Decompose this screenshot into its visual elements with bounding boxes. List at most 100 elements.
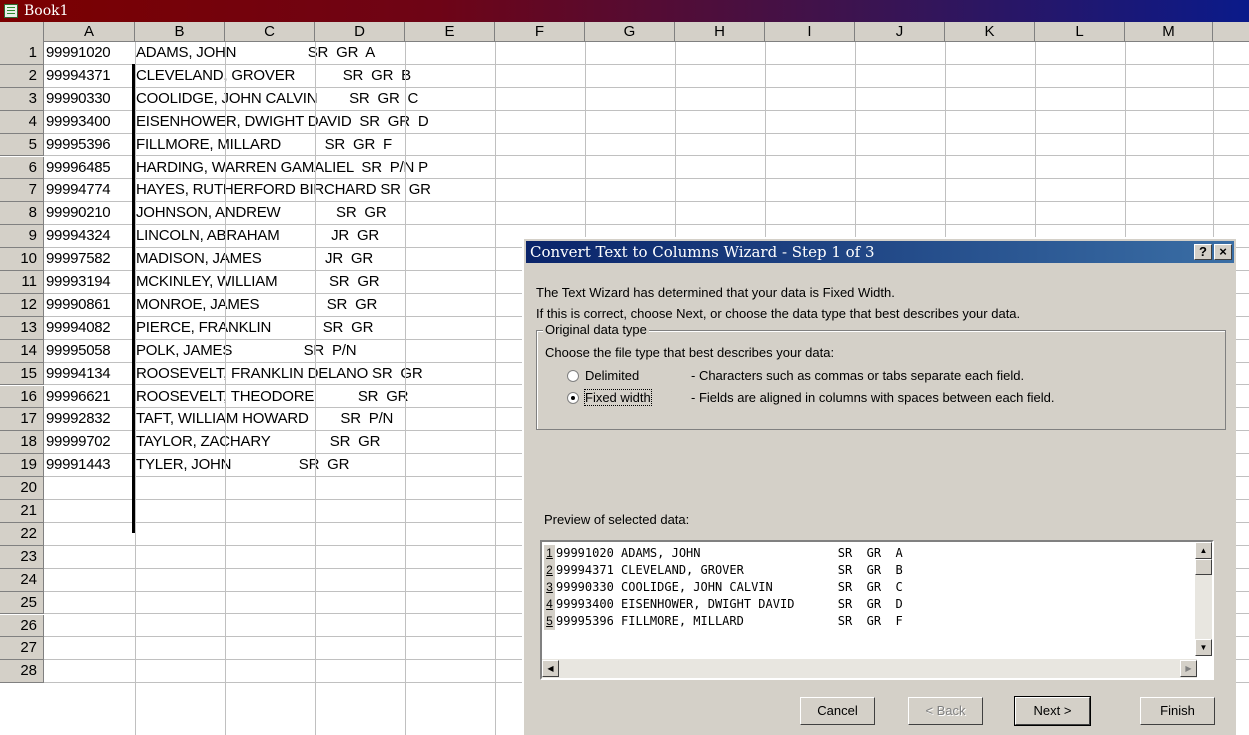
row-header[interactable]: 9 xyxy=(0,225,44,249)
cell-b-text[interactable]: MONROE, JAMES SR GR xyxy=(136,294,377,316)
row-header[interactable]: 19 xyxy=(0,454,44,478)
cell-a-id[interactable]: 99991020 xyxy=(46,42,111,64)
cell-b-text[interactable]: CLEVELAND, GROVER SR GR B xyxy=(136,65,411,87)
preview-line-number: 3 xyxy=(544,579,555,596)
row-header[interactable]: 20 xyxy=(0,477,44,500)
row-header[interactable]: 26 xyxy=(0,614,44,638)
column-header-j[interactable]: J xyxy=(855,22,945,42)
column-header-b[interactable]: B xyxy=(135,22,225,42)
row-header[interactable]: 2 xyxy=(0,64,44,88)
cell-b-text[interactable]: POLK, JAMES SR P/N xyxy=(136,340,357,362)
fixed-width-radio[interactable] xyxy=(567,392,579,404)
cell-b-text[interactable]: FILLMORE, MILLARD SR GR F xyxy=(136,134,392,156)
scroll-up-arrow-icon[interactable]: ▲ xyxy=(1195,542,1212,559)
cell-b-text[interactable]: JOHNSON, ANDREW SR GR xyxy=(136,202,387,224)
row-header[interactable]: 11 xyxy=(0,271,44,294)
row-header[interactable]: 24 xyxy=(0,568,44,592)
table-row: 2 99994371 CLEVELAND, GROVER SR GR B xyxy=(0,64,1249,88)
column-header-l[interactable]: L xyxy=(1035,22,1125,42)
row-header[interactable]: 27 xyxy=(0,637,44,661)
preview-line-text: 99993400 EISENHOWER, DWIGHT DAVID SR GR … xyxy=(556,597,903,611)
row-header[interactable]: 1 xyxy=(0,42,44,65)
gridline xyxy=(225,42,226,735)
table-row: 3 99990330 COOLIDGE, JOHN CALVIN SR GR C xyxy=(0,87,1249,111)
row-header[interactable]: 14 xyxy=(0,339,44,363)
row-header[interactable]: 18 xyxy=(0,431,44,455)
data-preview-pane[interactable]: 1 99991020 ADAMS, JOHN SR GR A 2 99994371 C… xyxy=(540,540,1214,680)
option-fixed-width[interactable]: Fixed width - Fields are aligned in colu… xyxy=(567,389,1207,407)
cell-b-text[interactable]: TYLER, JOHN SR GR xyxy=(136,454,349,476)
row-header[interactable]: 12 xyxy=(0,293,44,317)
row-header[interactable]: 3 xyxy=(0,87,44,111)
cell-b-text[interactable]: ROOSEVELT, FRANKLIN DELANO SR GR xyxy=(136,363,423,385)
close-button[interactable]: × xyxy=(1214,244,1232,260)
cell-b-text[interactable]: ADAMS, JOHN SR GR A xyxy=(136,42,375,64)
help-button[interactable]: ? xyxy=(1194,244,1212,260)
scroll-down-arrow-icon[interactable]: ▼ xyxy=(1195,639,1212,656)
cell-b-text[interactable]: TAFT, WILLIAM HOWARD SR P/N xyxy=(136,408,393,430)
option-delimited[interactable]: Delimited - Characters such as commas or… xyxy=(567,367,1207,385)
column-header-a[interactable]: A xyxy=(44,22,135,42)
gridline xyxy=(405,42,406,735)
row-header[interactable]: 23 xyxy=(0,545,44,569)
delimited-label[interactable]: Delimited xyxy=(585,368,639,383)
column-header-c[interactable]: C xyxy=(225,22,315,42)
select-all-corner[interactable] xyxy=(0,22,44,42)
wizard-message-line1: The Text Wizard has determined that your… xyxy=(536,285,895,300)
wizard-message-line2: If this is correct, choose Next, or choo… xyxy=(536,306,1021,321)
delimited-radio[interactable] xyxy=(567,370,579,382)
table-row: 1 99991020 ADAMS, JOHN SR GR A xyxy=(0,42,1249,65)
column-header-d[interactable]: D xyxy=(315,22,405,42)
row-header[interactable]: 10 xyxy=(0,248,44,271)
preview-horizontal-scrollbar[interactable]: ◀ ▶ xyxy=(542,659,1197,678)
column-header-k[interactable]: K xyxy=(945,22,1035,42)
column-header-g[interactable]: G xyxy=(585,22,675,42)
cell-b-text[interactable]: HAYES, RUTHERFORD BIRCHARD SR GR xyxy=(136,179,431,201)
column-header-e[interactable]: E xyxy=(405,22,495,42)
fixed-width-label[interactable]: Fixed width xyxy=(584,389,652,406)
next-button[interactable]: Next > xyxy=(1014,696,1091,726)
row-header[interactable]: 13 xyxy=(0,316,44,340)
row-header[interactable]: 6 xyxy=(0,156,44,180)
preview-line: 5 99995396 FILLMORE, MILLARD SR GR F xyxy=(544,613,903,630)
cell-b-text[interactable]: COOLIDGE, JOHN CALVIN SR GR C xyxy=(136,88,418,110)
row-header[interactable]: 17 xyxy=(0,408,44,432)
column-header-f[interactable]: F xyxy=(495,22,585,42)
row-header[interactable]: 15 xyxy=(0,362,44,386)
row-header[interactable]: 5 xyxy=(0,133,44,157)
row-header[interactable]: 16 xyxy=(0,385,44,409)
row-header[interactable]: 4 xyxy=(0,110,44,134)
dialog-titlebar[interactable]: Convert Text to Columns Wizard - Step 1 … xyxy=(526,241,1234,263)
back-button[interactable]: < Back xyxy=(908,697,983,725)
selection-range-border xyxy=(44,64,135,533)
cancel-button[interactable]: Cancel xyxy=(800,697,875,725)
row-header[interactable]: 25 xyxy=(0,591,44,615)
cell-b-text[interactable]: LINCOLN, ABRAHAM JR GR xyxy=(136,225,379,247)
cell-b-text[interactable]: TAYLOR, ZACHARY SR GR xyxy=(136,431,380,453)
preview-line-text: 99990330 COOLIDGE, JOHN CALVIN SR GR C xyxy=(556,580,903,594)
scroll-left-arrow-icon[interactable]: ◀ xyxy=(542,660,559,677)
column-header-m[interactable]: M xyxy=(1125,22,1213,42)
row-header[interactable]: 22 xyxy=(0,522,44,546)
cell-b-text[interactable]: PIERCE, FRANKLIN SR GR xyxy=(136,317,373,339)
preview-line-number: 5 xyxy=(544,613,555,630)
gridline xyxy=(135,42,136,735)
column-header-h[interactable]: H xyxy=(675,22,765,42)
preview-vertical-scrollbar[interactable]: ▲ ▼ xyxy=(1195,542,1212,656)
row-header[interactable]: 21 xyxy=(0,500,44,523)
cell-b-text[interactable]: MADISON, JAMES JR GR xyxy=(136,248,373,270)
column-header-i[interactable]: I xyxy=(765,22,855,42)
vertical-scroll-thumb[interactable] xyxy=(1195,559,1212,575)
scroll-right-arrow-icon[interactable]: ▶ xyxy=(1180,660,1197,677)
cell-b-text[interactable]: MCKINLEY, WILLIAM SR GR xyxy=(136,271,380,293)
cell-b-text[interactable]: EISENHOWER, DWIGHT DAVID SR GR D xyxy=(136,111,429,133)
row-header[interactable]: 28 xyxy=(0,660,44,684)
preview-line-number: 4 xyxy=(544,596,555,613)
finish-button[interactable]: Finish xyxy=(1140,697,1215,725)
cell-b-text[interactable]: ROOSEVELT, THEODORE SR GR xyxy=(136,386,409,408)
row-header[interactable]: 7 xyxy=(0,179,44,203)
convert-text-wizard-dialog: Convert Text to Columns Wizard - Step 1 … xyxy=(522,237,1236,735)
preview-line-number: 1 xyxy=(544,545,555,562)
cell-b-text[interactable]: HARDING, WARREN GAMALIEL SR P/N P xyxy=(136,157,428,179)
row-header[interactable]: 8 xyxy=(0,202,44,226)
